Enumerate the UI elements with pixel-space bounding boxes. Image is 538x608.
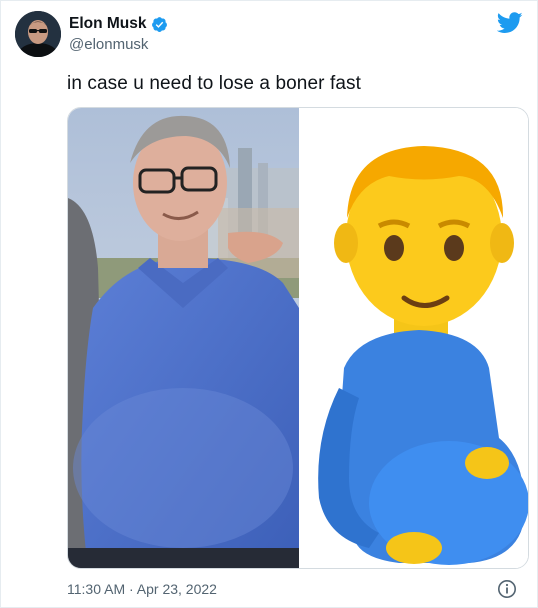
verified-badge-icon: [151, 16, 168, 33]
pregnant-man-emoji[interactable]: [299, 108, 529, 569]
photo-man-blue-polo[interactable]: [68, 108, 299, 569]
avatar-image: [15, 11, 61, 57]
tweet-text: in case u need to lose a boner fast: [67, 73, 361, 94]
twitter-bird-icon[interactable]: [496, 11, 523, 35]
tweet-media[interactable]: [67, 107, 529, 569]
tweet-footer: 11:30 AM · Apr 23, 2022: [67, 579, 523, 601]
timestamp[interactable]: 11:30 AM · Apr 23, 2022: [67, 581, 217, 597]
tweet-card: Elon Musk @elonmusk in case u need to lo…: [0, 0, 538, 608]
avatar[interactable]: [15, 11, 61, 57]
tweet-header: Elon Musk @elonmusk: [15, 11, 523, 61]
info-icon[interactable]: [497, 579, 517, 599]
handle[interactable]: @elonmusk: [69, 36, 168, 53]
display-name[interactable]: Elon Musk: [69, 15, 147, 33]
author-block: Elon Musk @elonmusk: [69, 15, 168, 53]
